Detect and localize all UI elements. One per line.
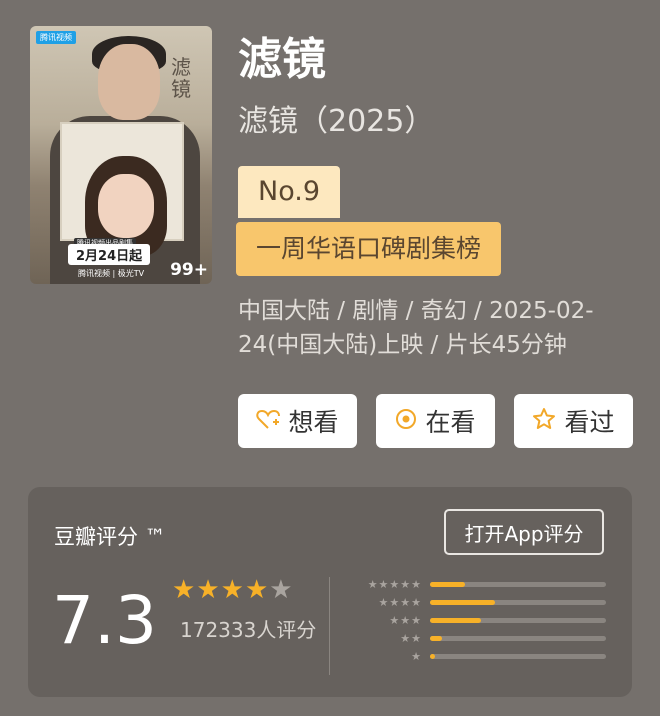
poster-image[interactable]: 腾讯视频 滤镜 腾讯视频出品剧集 2月24日起 腾讯视频 | 极光TV 99+ xyxy=(30,26,212,284)
distribution-track xyxy=(430,636,606,641)
poster-figure-woman-face xyxy=(98,174,154,238)
distribution-fill xyxy=(430,636,443,641)
rating-stars: ★★★★★ xyxy=(172,575,294,605)
rating-distribution-row: ★★★★ xyxy=(346,594,608,612)
distribution-star-icon: ★★★★ xyxy=(378,596,422,609)
watching-label: 在看 xyxy=(425,408,476,437)
rating-star-icon: ★ xyxy=(269,575,294,605)
distribution-track xyxy=(430,600,606,605)
rating-distribution-row: ★ xyxy=(346,648,608,666)
rating-distribution-row: ★★★★★ xyxy=(346,576,608,594)
poster-title: 滤镜 xyxy=(171,55,191,101)
distribution-track xyxy=(430,582,606,587)
star-outline-icon xyxy=(532,407,556,435)
rank-list-badge[interactable]: 一周华语口碑剧集榜 xyxy=(236,222,502,276)
rating-distribution-row: ★★ xyxy=(346,630,608,648)
want-to-watch-label: 想看 xyxy=(288,408,339,437)
rating-star-icon: ★ xyxy=(172,575,197,605)
open-app-rate-button[interactable]: 打开App评分 xyxy=(444,509,604,555)
distribution-star-icon: ★★★ xyxy=(389,614,422,627)
distribution-track xyxy=(430,654,606,659)
rating-star-icon: ★ xyxy=(196,575,221,605)
distribution-star-icon: ★★ xyxy=(400,632,422,645)
distribution-track xyxy=(430,618,606,623)
poster-platforms: 腾讯视频 | 极光TV xyxy=(78,269,145,278)
distribution-fill xyxy=(430,582,466,587)
rating-label: 豆瓣评分 ™ xyxy=(54,525,166,549)
want-to-watch-button[interactable]: 想看 xyxy=(238,394,357,448)
distribution-star-icon: ★ xyxy=(411,650,422,663)
poster-count: 99+ xyxy=(170,260,208,280)
rating-vote-count[interactable]: 172333人评分 xyxy=(180,617,320,643)
rating-distribution-row: ★★★ xyxy=(346,612,608,630)
rating-score: 7.3 xyxy=(52,582,157,659)
heart-plus-icon xyxy=(256,408,281,435)
distribution-fill xyxy=(430,600,496,605)
poster-figure-man-head xyxy=(98,44,160,120)
watching-button[interactable]: 在看 xyxy=(376,394,495,448)
page-title: 滤镜 xyxy=(238,34,326,85)
distribution-fill xyxy=(430,654,436,659)
rating-divider xyxy=(329,577,330,675)
rating-star-icon: ★ xyxy=(220,575,245,605)
distribution-fill xyxy=(430,618,482,623)
target-icon xyxy=(395,408,417,435)
movie-meta-info: 中国大陆 / 剧情 / 奇幻 / 2025-02-24(中国大陆)上映 / 片长… xyxy=(238,298,594,358)
watched-label: 看过 xyxy=(564,408,615,437)
poster-air-date: 2月24日起 xyxy=(68,244,151,265)
distribution-star-icon: ★★★★★ xyxy=(367,578,422,591)
rank-number-badge[interactable]: No.9 xyxy=(238,166,341,218)
page-subtitle: 滤镜（2025） xyxy=(238,104,435,139)
watched-button[interactable]: 看过 xyxy=(514,394,633,448)
rating-star-icon: ★ xyxy=(244,575,270,605)
rating-card: 豆瓣评分 ™ 打开App评分 7.3 ★★★★★ 172333人评分 ★★★★★… xyxy=(28,487,632,697)
platform-badge: 腾讯视频 xyxy=(36,31,76,44)
